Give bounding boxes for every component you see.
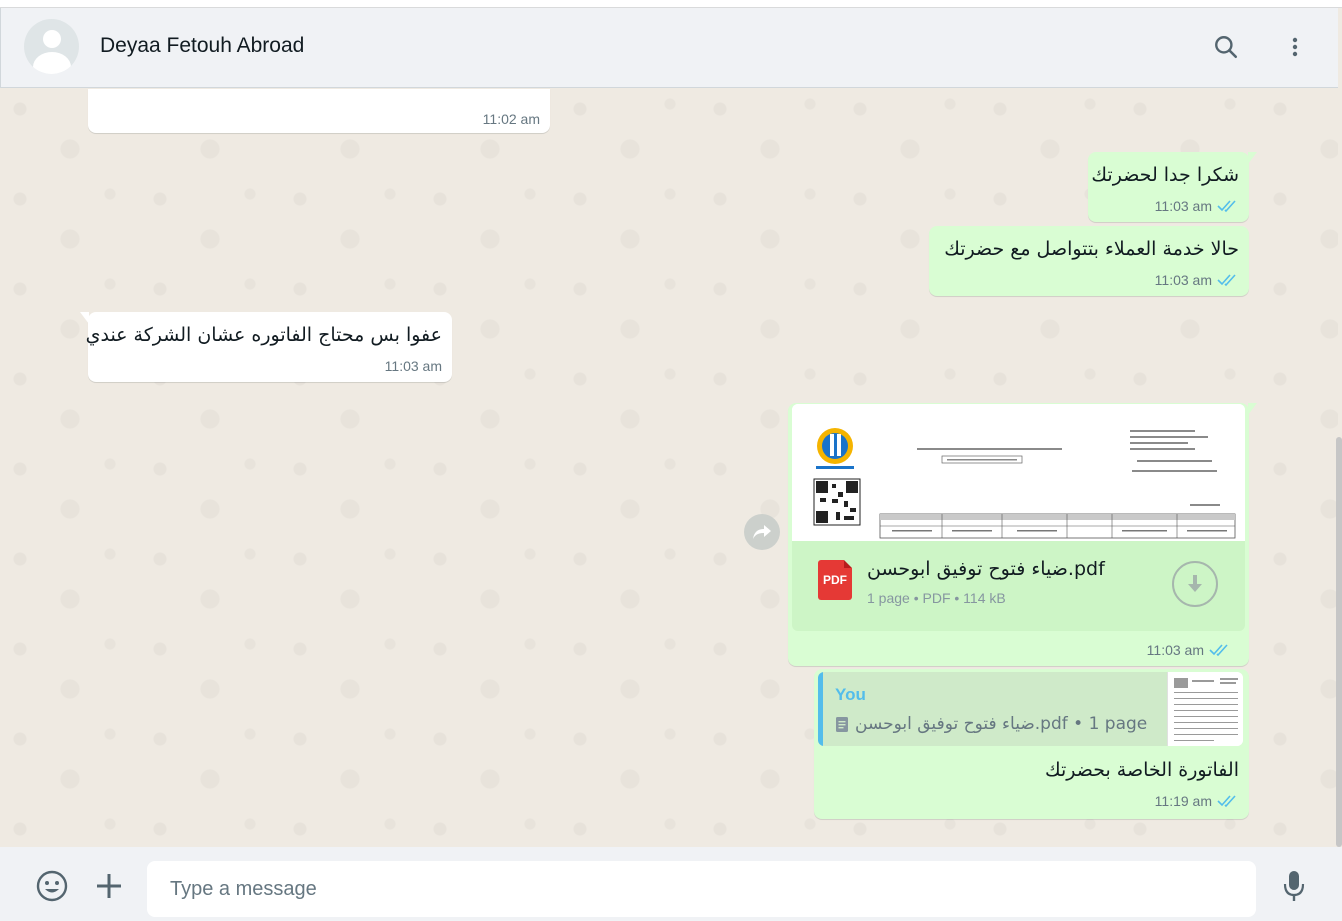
invoice-thumbnail bbox=[792, 404, 1245, 541]
message-time: 11:19 am bbox=[1154, 793, 1212, 809]
message-meta: 11:03 am bbox=[1155, 272, 1239, 288]
message-text: عفوا بس محتاج الفاتوره عشان الشركة عندي bbox=[85, 324, 442, 346]
message-meta: 11:03 am bbox=[1155, 198, 1239, 214]
double-check-icon bbox=[1217, 795, 1236, 808]
document-preview-image[interactable] bbox=[792, 404, 1245, 541]
message-time: 11:03 am bbox=[1146, 642, 1204, 658]
quote-author: You bbox=[835, 685, 866, 704]
message-time: 11:03 am bbox=[1154, 198, 1212, 214]
message-input[interactable] bbox=[147, 861, 1256, 917]
message-incoming[interactable]: 11:02 am bbox=[88, 89, 550, 133]
emoji-button[interactable] bbox=[35, 869, 69, 903]
quoted-message[interactable]: You ضياء فتوح توفيق ابوحسن.pdf • 1 page bbox=[818, 672, 1243, 746]
download-button[interactable] bbox=[1172, 561, 1218, 607]
message-text: حالا خدمة العملاء بتتواصل مع حضرتك bbox=[944, 238, 1239, 260]
pdf-file-icon: PDF bbox=[818, 560, 852, 600]
message-meta: 11:19 am bbox=[1155, 793, 1239, 809]
double-check-icon bbox=[1209, 644, 1228, 657]
search-icon bbox=[1215, 36, 1238, 59]
scrollbar-thumb[interactable] bbox=[1336, 437, 1342, 847]
contact-name[interactable]: Deyaa Fetouh Abroad bbox=[100, 34, 304, 58]
quote-text: ضياء فتوح توفيق ابوحسن.pdf • 1 page bbox=[855, 714, 1148, 734]
emoji-icon bbox=[36, 870, 68, 902]
message-outgoing[interactable]: شكرا جدا لحضرتك 11:03 am bbox=[1088, 152, 1257, 222]
message-incoming[interactable]: عفوا بس محتاج الفاتوره عشان الشركة عندي … bbox=[80, 312, 452, 382]
quote-thumbnail bbox=[1167, 672, 1243, 746]
message-time: 11:02 am bbox=[482, 111, 540, 127]
default-avatar-icon[interactable] bbox=[24, 19, 79, 74]
menu-button[interactable] bbox=[1278, 30, 1312, 64]
message-composer bbox=[0, 847, 1342, 921]
double-check-icon bbox=[1217, 200, 1236, 213]
document-card[interactable]: PDF ضياء فتوح توفيق ابوحسن.pdf 1 page • … bbox=[792, 541, 1245, 631]
quote-text-row: ضياء فتوح توفيق ابوحسن.pdf • 1 page bbox=[835, 714, 1147, 734]
chat-header: Deyaa Fetouh Abroad bbox=[0, 8, 1338, 88]
message-time: 11:03 am bbox=[384, 358, 442, 374]
message-text: شكرا جدا لحضرتك bbox=[1091, 164, 1239, 186]
message-outgoing[interactable]: حالا خدمة العملاء بتتواصل مع حضرتك 11:03… bbox=[929, 226, 1249, 296]
window-top-strip bbox=[0, 0, 1342, 8]
forward-icon bbox=[753, 525, 771, 539]
menu-dots-icon bbox=[1292, 37, 1298, 57]
avatar-body bbox=[33, 52, 71, 74]
search-button[interactable] bbox=[1209, 30, 1243, 64]
forward-button[interactable] bbox=[744, 514, 780, 550]
message-time: 11:03 am bbox=[1154, 272, 1212, 288]
message-text: الفاتورة الخاصة بحضرتك bbox=[1044, 759, 1239, 781]
download-icon bbox=[1188, 575, 1202, 592]
quote-accent-bar bbox=[818, 672, 823, 746]
double-check-icon bbox=[1217, 274, 1236, 287]
document-name: ضياء فتوح توفيق ابوحسن.pdf bbox=[867, 558, 1105, 580]
voice-message-button[interactable] bbox=[1277, 869, 1311, 903]
attach-button[interactable] bbox=[92, 869, 126, 903]
document-info: 1 page • PDF • 114 kB bbox=[867, 590, 1006, 606]
avatar-head bbox=[43, 30, 61, 48]
mic-icon bbox=[1283, 871, 1305, 901]
plus-icon bbox=[97, 874, 121, 898]
document-icon bbox=[836, 716, 848, 732]
message-meta: 11:03 am bbox=[1147, 642, 1231, 658]
qr-code-icon bbox=[813, 478, 861, 526]
conversation-panel[interactable]: 11:02 am شكرا جدا لحضرتك 11:03 am حالا خ… bbox=[0, 89, 1338, 847]
